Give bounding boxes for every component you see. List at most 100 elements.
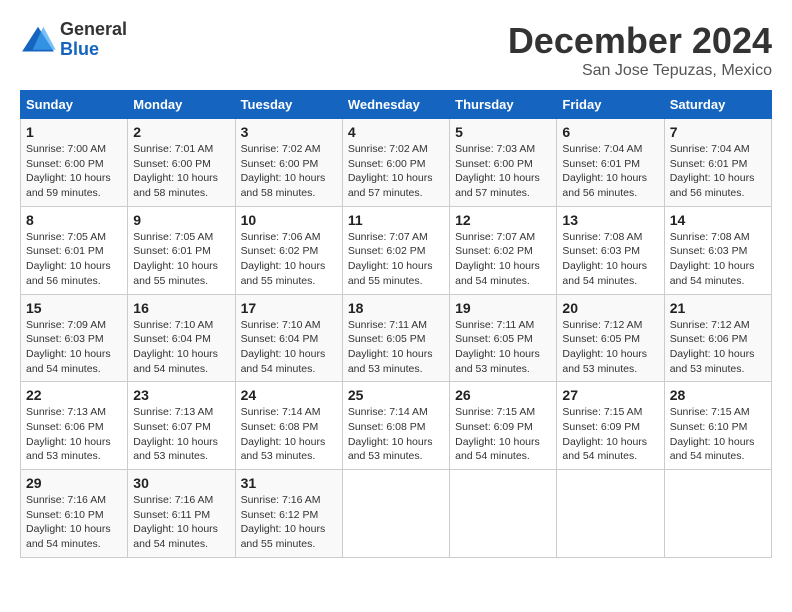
day-header-sunday: Sunday: [21, 91, 128, 119]
calendar-week-5: 29 Sunrise: 7:16 AM Sunset: 6:10 PM Dayli…: [21, 470, 772, 558]
calendar-cell: [450, 470, 557, 558]
day-number: 10: [241, 212, 337, 228]
day-info: Sunrise: 7:14 AM Sunset: 6:08 PM Dayligh…: [241, 405, 337, 464]
day-info: Sunrise: 7:06 AM Sunset: 6:02 PM Dayligh…: [241, 230, 337, 289]
calendar-cell: 19 Sunrise: 7:11 AM Sunset: 6:05 PM Dayli…: [450, 294, 557, 382]
calendar-cell: [342, 470, 449, 558]
day-info: Sunrise: 7:09 AM Sunset: 6:03 PM Dayligh…: [26, 318, 122, 377]
day-number: 31: [241, 475, 337, 491]
calendar-table: SundayMondayTuesdayWednesdayThursdayFrid…: [20, 90, 772, 558]
day-info: Sunrise: 7:15 AM Sunset: 6:10 PM Dayligh…: [670, 405, 766, 464]
day-header-wednesday: Wednesday: [342, 91, 449, 119]
day-number: 9: [133, 212, 229, 228]
day-info: Sunrise: 7:10 AM Sunset: 6:04 PM Dayligh…: [241, 318, 337, 377]
title-section: December 2024 San Jose Tepuzas, Mexico: [508, 20, 772, 80]
day-number: 26: [455, 387, 551, 403]
calendar-cell: 9 Sunrise: 7:05 AM Sunset: 6:01 PM Daylig…: [128, 206, 235, 294]
day-info: Sunrise: 7:16 AM Sunset: 6:10 PM Dayligh…: [26, 493, 122, 552]
day-info: Sunrise: 7:02 AM Sunset: 6:00 PM Dayligh…: [348, 142, 444, 201]
day-number: 14: [670, 212, 766, 228]
day-header-monday: Monday: [128, 91, 235, 119]
calendar-cell: 17 Sunrise: 7:10 AM Sunset: 6:04 PM Dayli…: [235, 294, 342, 382]
day-info: Sunrise: 7:05 AM Sunset: 6:01 PM Dayligh…: [133, 230, 229, 289]
calendar-cell: [664, 470, 771, 558]
day-info: Sunrise: 7:16 AM Sunset: 6:12 PM Dayligh…: [241, 493, 337, 552]
day-header-friday: Friday: [557, 91, 664, 119]
calendar-cell: [557, 470, 664, 558]
day-number: 4: [348, 124, 444, 140]
calendar-header-row: SundayMondayTuesdayWednesdayThursdayFrid…: [21, 91, 772, 119]
day-info: Sunrise: 7:01 AM Sunset: 6:00 PM Dayligh…: [133, 142, 229, 201]
day-number: 27: [562, 387, 658, 403]
day-header-thursday: Thursday: [450, 91, 557, 119]
calendar-week-4: 22 Sunrise: 7:13 AM Sunset: 6:06 PM Dayli…: [21, 382, 772, 470]
calendar-cell: 3 Sunrise: 7:02 AM Sunset: 6:00 PM Daylig…: [235, 119, 342, 207]
calendar-cell: 20 Sunrise: 7:12 AM Sunset: 6:05 PM Dayli…: [557, 294, 664, 382]
day-info: Sunrise: 7:15 AM Sunset: 6:09 PM Dayligh…: [562, 405, 658, 464]
calendar-cell: 11Sunrise: 7:07 AM Sunset: 6:02 PM Dayli…: [342, 206, 449, 294]
calendar-cell: 13 Sunrise: 7:08 AM Sunset: 6:03 PM Dayli…: [557, 206, 664, 294]
day-number: 15: [26, 300, 122, 316]
day-info: Sunrise: 7:15 AM Sunset: 6:09 PM Dayligh…: [455, 405, 551, 464]
location-title: San Jose Tepuzas, Mexico: [508, 62, 772, 80]
calendar-cell: 21 Sunrise: 7:12 AM Sunset: 6:06 PM Dayli…: [664, 294, 771, 382]
day-number: 21: [670, 300, 766, 316]
day-number: 20: [562, 300, 658, 316]
day-info: Sunrise: 7:11 AM Sunset: 6:05 PM Dayligh…: [348, 318, 444, 377]
calendar-cell: 24 Sunrise: 7:14 AM Sunset: 6:08 PM Dayli…: [235, 382, 342, 470]
day-number: 12: [455, 212, 551, 228]
day-number: 23: [133, 387, 229, 403]
day-number: 8: [26, 212, 122, 228]
day-number: 5: [455, 124, 551, 140]
day-info: Sunrise: 7:07 AM Sunset: 6:02 PM Dayligh…: [348, 230, 444, 289]
calendar-cell: 27 Sunrise: 7:15 AM Sunset: 6:09 PM Dayli…: [557, 382, 664, 470]
day-number: 24: [241, 387, 337, 403]
day-number: 18: [348, 300, 444, 316]
day-info: Sunrise: 7:02 AM Sunset: 6:00 PM Dayligh…: [241, 142, 337, 201]
day-number: 22: [26, 387, 122, 403]
day-number: 1: [26, 124, 122, 140]
calendar-cell: 16Sunrise: 7:10 AM Sunset: 6:04 PM Dayli…: [128, 294, 235, 382]
calendar-week-1: 1 Sunrise: 7:00 AM Sunset: 6:00 PM Daylig…: [21, 119, 772, 207]
calendar-cell: 23 Sunrise: 7:13 AM Sunset: 6:07 PM Dayli…: [128, 382, 235, 470]
day-number: 7: [670, 124, 766, 140]
day-number: 17: [241, 300, 337, 316]
calendar-cell: 2Sunrise: 7:01 AM Sunset: 6:00 PM Daylig…: [128, 119, 235, 207]
calendar-week-2: 8 Sunrise: 7:05 AM Sunset: 6:01 PM Daylig…: [21, 206, 772, 294]
day-number: 13: [562, 212, 658, 228]
calendar-cell: 10 Sunrise: 7:06 AM Sunset: 6:02 PM Dayli…: [235, 206, 342, 294]
day-info: Sunrise: 7:13 AM Sunset: 6:06 PM Dayligh…: [26, 405, 122, 464]
day-info: Sunrise: 7:12 AM Sunset: 6:05 PM Dayligh…: [562, 318, 658, 377]
calendar-cell: 14 Sunrise: 7:08 AM Sunset: 6:03 PM Dayli…: [664, 206, 771, 294]
day-number: 29: [26, 475, 122, 491]
calendar-cell: 30 Sunrise: 7:16 AM Sunset: 6:11 PM Dayli…: [128, 470, 235, 558]
day-info: Sunrise: 7:08 AM Sunset: 6:03 PM Dayligh…: [562, 230, 658, 289]
day-info: Sunrise: 7:07 AM Sunset: 6:02 PM Dayligh…: [455, 230, 551, 289]
calendar-cell: 28 Sunrise: 7:15 AM Sunset: 6:10 PM Dayli…: [664, 382, 771, 470]
day-info: Sunrise: 7:16 AM Sunset: 6:11 PM Dayligh…: [133, 493, 229, 552]
header: General Blue December 2024 San Jose Tepu…: [20, 20, 772, 80]
calendar-cell: 12 Sunrise: 7:07 AM Sunset: 6:02 PM Dayli…: [450, 206, 557, 294]
logo-text: General Blue: [60, 20, 127, 60]
day-info: Sunrise: 7:08 AM Sunset: 6:03 PM Dayligh…: [670, 230, 766, 289]
calendar-cell: 5Sunrise: 7:03 AM Sunset: 6:00 PM Daylig…: [450, 119, 557, 207]
calendar-cell: 7 Sunrise: 7:04 AM Sunset: 6:01 PM Daylig…: [664, 119, 771, 207]
day-info: Sunrise: 7:11 AM Sunset: 6:05 PM Dayligh…: [455, 318, 551, 377]
day-info: Sunrise: 7:14 AM Sunset: 6:08 PM Dayligh…: [348, 405, 444, 464]
day-info: Sunrise: 7:13 AM Sunset: 6:07 PM Dayligh…: [133, 405, 229, 464]
calendar-cell: 8Sunrise: 7:05 AM Sunset: 6:01 PM Daylig…: [21, 206, 128, 294]
calendar-week-3: 15 Sunrise: 7:09 AM Sunset: 6:03 PM Dayli…: [21, 294, 772, 382]
logo: General Blue: [20, 20, 127, 60]
day-number: 28: [670, 387, 766, 403]
day-number: 19: [455, 300, 551, 316]
day-number: 3: [241, 124, 337, 140]
day-info: Sunrise: 7:12 AM Sunset: 6:06 PM Dayligh…: [670, 318, 766, 377]
day-number: 30: [133, 475, 229, 491]
calendar-cell: 22 Sunrise: 7:13 AM Sunset: 6:06 PM Dayli…: [21, 382, 128, 470]
calendar-cell: 26 Sunrise: 7:15 AM Sunset: 6:09 PM Dayli…: [450, 382, 557, 470]
day-info: Sunrise: 7:10 AM Sunset: 6:04 PM Dayligh…: [133, 318, 229, 377]
calendar-cell: 1 Sunrise: 7:00 AM Sunset: 6:00 PM Daylig…: [21, 119, 128, 207]
day-info: Sunrise: 7:04 AM Sunset: 6:01 PM Dayligh…: [670, 142, 766, 201]
day-info: Sunrise: 7:00 AM Sunset: 6:00 PM Dayligh…: [26, 142, 122, 201]
calendar-cell: 4 Sunrise: 7:02 AM Sunset: 6:00 PM Daylig…: [342, 119, 449, 207]
